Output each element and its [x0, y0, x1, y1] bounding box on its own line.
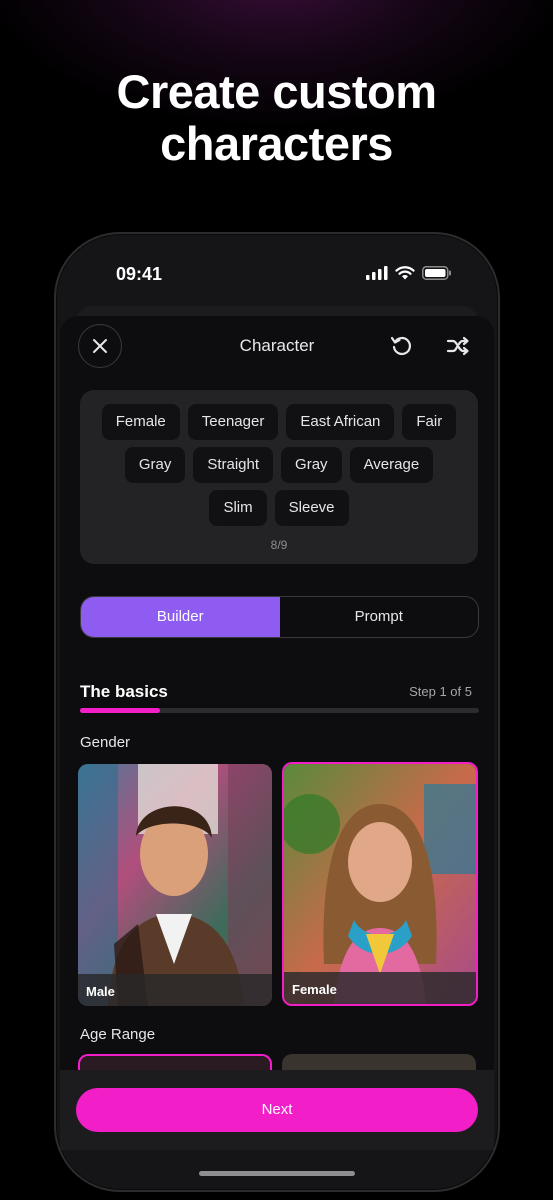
tab-prompt[interactable]: Prompt [280, 597, 479, 637]
mode-segmented-control: Builder Prompt [80, 596, 479, 638]
tag-chip[interactable]: Slim [209, 490, 267, 526]
headline-line-1: Create custom [116, 65, 438, 118]
section-title: The basics [80, 682, 168, 701]
status-time: 09:41 [116, 264, 163, 284]
selected-tags-card: Female Teenager East African Fair Gray S… [80, 390, 478, 564]
shuffle-icon[interactable] [444, 332, 472, 360]
tag-chip[interactable]: Sleeve [274, 490, 349, 526]
tag-chip[interactable]: Fair [402, 404, 457, 440]
progress-bar [80, 708, 479, 713]
wifi-icon [395, 266, 415, 280]
gender-label: Gender [80, 734, 131, 751]
tag-chip[interactable]: Teenager [187, 404, 279, 440]
headline: Create custom characters [0, 66, 553, 170]
status-bar: 09:41 [56, 234, 498, 306]
phone-frame: 09:41 Character Female Teenager East Afr… [54, 232, 500, 1192]
option-caption: Male [78, 974, 272, 1006]
character-sheet: Character Female Teenager East African F… [60, 316, 494, 1150]
tag-chip[interactable]: Average [349, 447, 434, 483]
step-indicator: Step 1 of 5 [409, 684, 472, 699]
next-button[interactable]: Next [76, 1088, 478, 1132]
gender-option-female[interactable]: Female [282, 762, 478, 1006]
headline-line-2: characters [160, 117, 393, 170]
tag-row: Gray Straight Gray Average [80, 447, 478, 483]
battery-icon [422, 266, 451, 280]
tag-chip[interactable]: Straight [193, 447, 274, 483]
tag-chip[interactable]: Female [101, 404, 180, 440]
reset-icon[interactable] [388, 332, 416, 360]
tag-chip[interactable]: Gray [281, 447, 342, 483]
tag-row: Female Teenager East African Fair [80, 404, 478, 440]
tag-chip[interactable]: Gray [124, 447, 186, 483]
tag-count: 8/9 [270, 538, 288, 552]
home-indicator [199, 1171, 355, 1176]
tab-builder[interactable]: Builder [81, 597, 280, 637]
tag-chip[interactable]: East African [286, 404, 395, 440]
tag-row: Slim Sleeve [80, 490, 478, 526]
gender-option-male[interactable]: Male [78, 764, 272, 1006]
screen-title: Character [239, 336, 315, 355]
progress-fill [80, 708, 160, 713]
female-portrait-image [284, 764, 476, 1004]
cellular-signal-icon [366, 266, 388, 280]
bottom-action-bar: Next [60, 1070, 494, 1150]
age-range-label: Age Range [80, 1026, 156, 1043]
option-caption: Female [284, 972, 476, 1004]
male-portrait-image [78, 764, 272, 1006]
